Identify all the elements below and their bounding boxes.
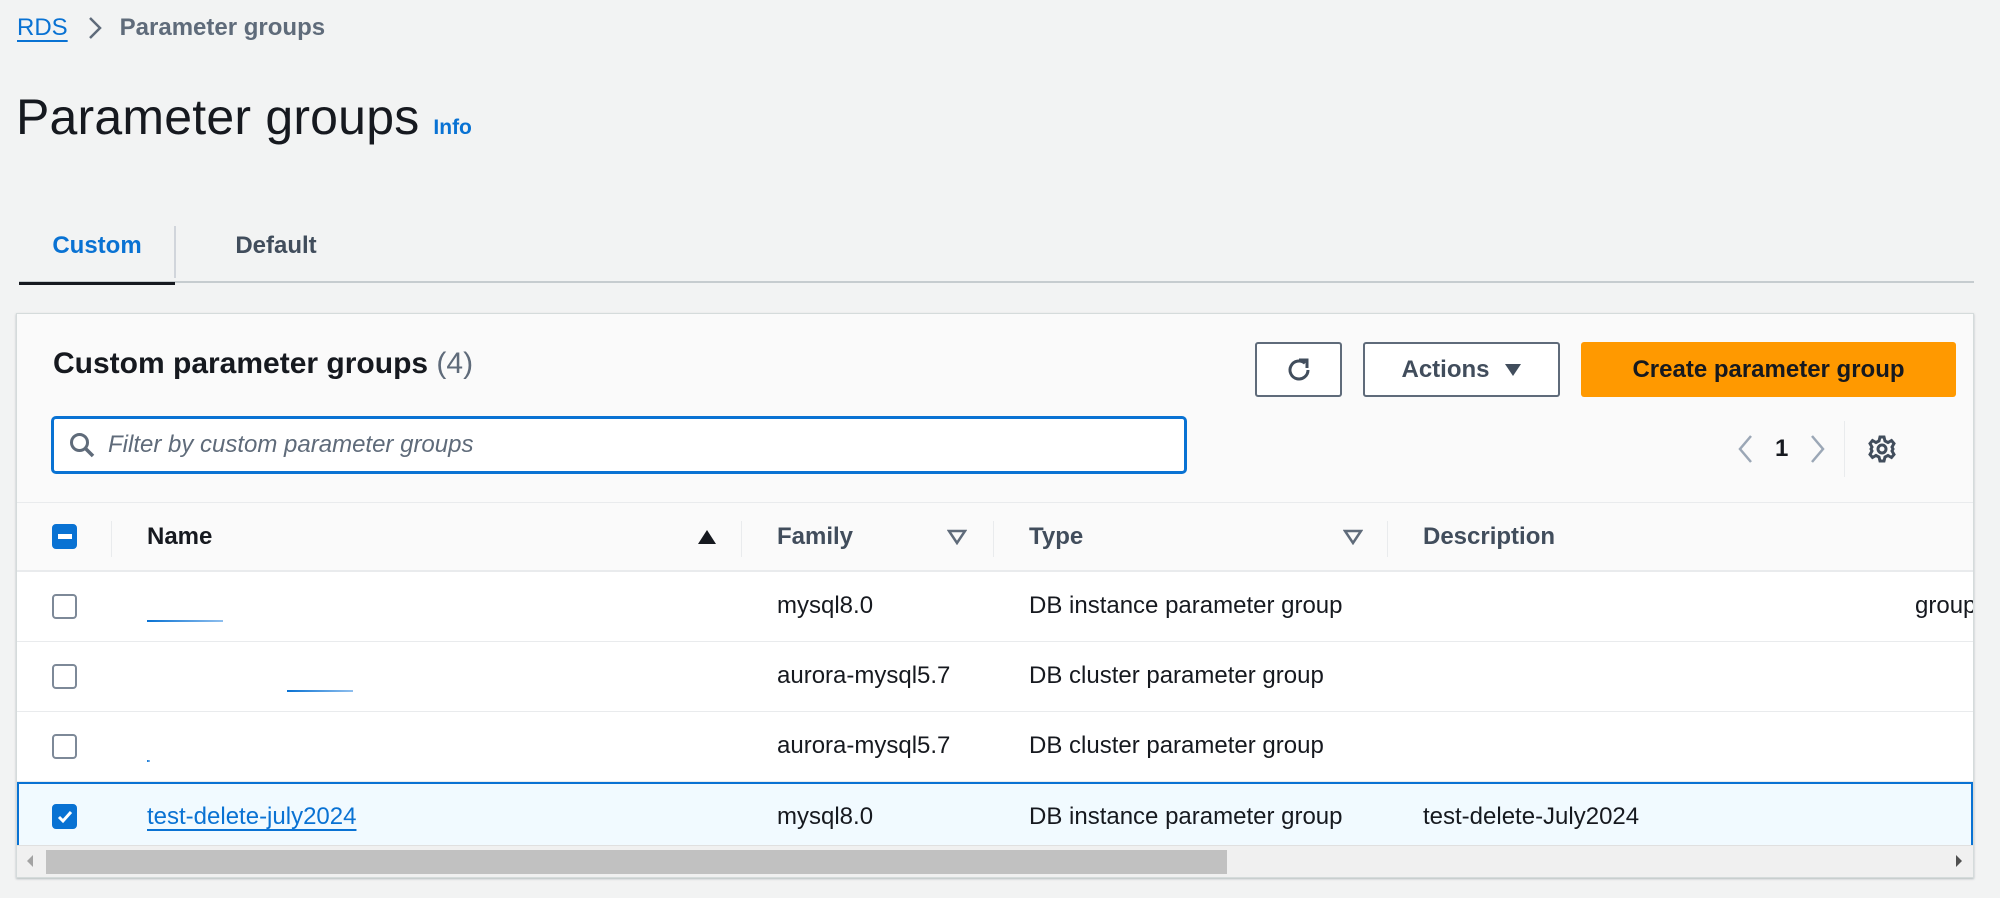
breadcrumb-current: Parameter groups (119, 14, 326, 41)
scroll-left-arrow-icon[interactable] (26, 854, 34, 868)
actions-label: Actions (1401, 355, 1490, 383)
row-checkbox[interactable] (52, 734, 77, 759)
panel-header: Custom parameter groups (4) Actions Crea… (17, 314, 1973, 504)
search-input[interactable] (108, 431, 1108, 459)
custom-parameter-groups-panel: Custom parameter groups (4) Actions Crea… (16, 313, 1974, 878)
select-all-checkbox[interactable] (52, 524, 77, 549)
table-row[interactable]: aurora-mysql5.7 DB cluster parameter gro… (17, 712, 1973, 782)
next-page-icon[interactable] (1810, 434, 1826, 464)
table-row-selected[interactable]: test-delete-july2024 mysql8.0 DB instanc… (17, 782, 1973, 850)
row-checkbox[interactable] (52, 664, 77, 689)
tab-default[interactable]: Default (176, 208, 376, 283)
scroll-right-arrow-icon[interactable] (1955, 854, 1963, 868)
chevron-right-icon (88, 16, 102, 40)
panel-count: (4) (436, 347, 474, 380)
parameter-groups-table: Name Family Type Description mysql8.0 DB… (17, 502, 1973, 850)
tab-custom[interactable]: Custom (19, 208, 175, 285)
panel-title: Custom parameter groups (4) (53, 347, 473, 381)
column-header-description: Description (1423, 523, 1556, 550)
column-separator (111, 521, 112, 557)
refresh-button[interactable] (1255, 342, 1342, 397)
row-family: aurora-mysql5.7 (777, 732, 951, 759)
column-header-name[interactable]: Name (147, 503, 212, 571)
row-description: test-delete-July2024 (1423, 803, 1640, 830)
row-type: DB instance parameter group (1029, 592, 1343, 619)
breadcrumb: RDS Parameter groups (17, 14, 325, 42)
sort-ascending-icon[interactable] (697, 529, 717, 545)
row-type: DB cluster parameter group (1029, 732, 1324, 759)
row-type: DB instance parameter group (1029, 803, 1343, 830)
pagination: 1 (1737, 421, 1897, 477)
table-row[interactable]: aurora-mysql5.7 DB cluster parameter gro… (17, 642, 1973, 712)
current-page-number[interactable]: 1 (1775, 435, 1788, 463)
gear-icon[interactable] (1867, 434, 1897, 464)
caret-down-icon (1504, 363, 1522, 377)
row-checkbox-checked[interactable] (52, 804, 77, 829)
sort-unsorted-icon[interactable] (947, 529, 967, 545)
redacted-name (287, 690, 353, 692)
row-overflow-text: group (1915, 592, 1973, 619)
pager-divider (1844, 421, 1846, 477)
horizontal-scrollbar[interactable] (17, 845, 1973, 877)
redacted-name (147, 620, 223, 622)
create-parameter-group-button[interactable]: Create parameter group (1581, 342, 1956, 397)
row-checkbox[interactable] (52, 594, 77, 619)
row-family: aurora-mysql5.7 (777, 662, 951, 689)
search-field[interactable] (51, 416, 1187, 474)
previous-page-icon[interactable] (1737, 434, 1753, 464)
row-name-link[interactable] (147, 572, 223, 640)
row-name-link[interactable] (287, 642, 353, 710)
table-row[interactable]: mysql8.0 DB instance parameter group gro… (17, 572, 1973, 642)
row-family: mysql8.0 (777, 592, 874, 619)
sort-unsorted-icon[interactable] (1343, 529, 1363, 545)
page-title: Parameter groups (16, 89, 420, 145)
refresh-icon (1283, 354, 1315, 386)
row-family: mysql8.0 (777, 803, 874, 830)
panel-title-text: Custom parameter groups (53, 347, 429, 380)
search-icon (68, 431, 96, 459)
check-icon (57, 810, 72, 823)
column-separator (1387, 521, 1388, 557)
page-header: Parameter groups Info (16, 88, 472, 146)
breadcrumb-rds-link[interactable]: RDS (17, 14, 68, 42)
row-type: DB cluster parameter group (1029, 662, 1324, 689)
row-name-link[interactable] (147, 712, 150, 780)
table-header-row: Name Family Type Description (17, 502, 1973, 572)
column-header-type[interactable]: Type (1029, 503, 1083, 571)
column-separator (993, 521, 994, 557)
scrollbar-thumb[interactable] (46, 850, 1227, 874)
redacted-name (147, 760, 150, 762)
column-separator (741, 521, 742, 557)
info-link[interactable]: Info (433, 116, 471, 140)
tab-list: Custom Default (19, 208, 1974, 285)
actions-button[interactable]: Actions (1363, 342, 1560, 397)
row-name-link[interactable]: test-delete-july2024 (147, 783, 356, 851)
column-header-family[interactable]: Family (777, 503, 853, 571)
